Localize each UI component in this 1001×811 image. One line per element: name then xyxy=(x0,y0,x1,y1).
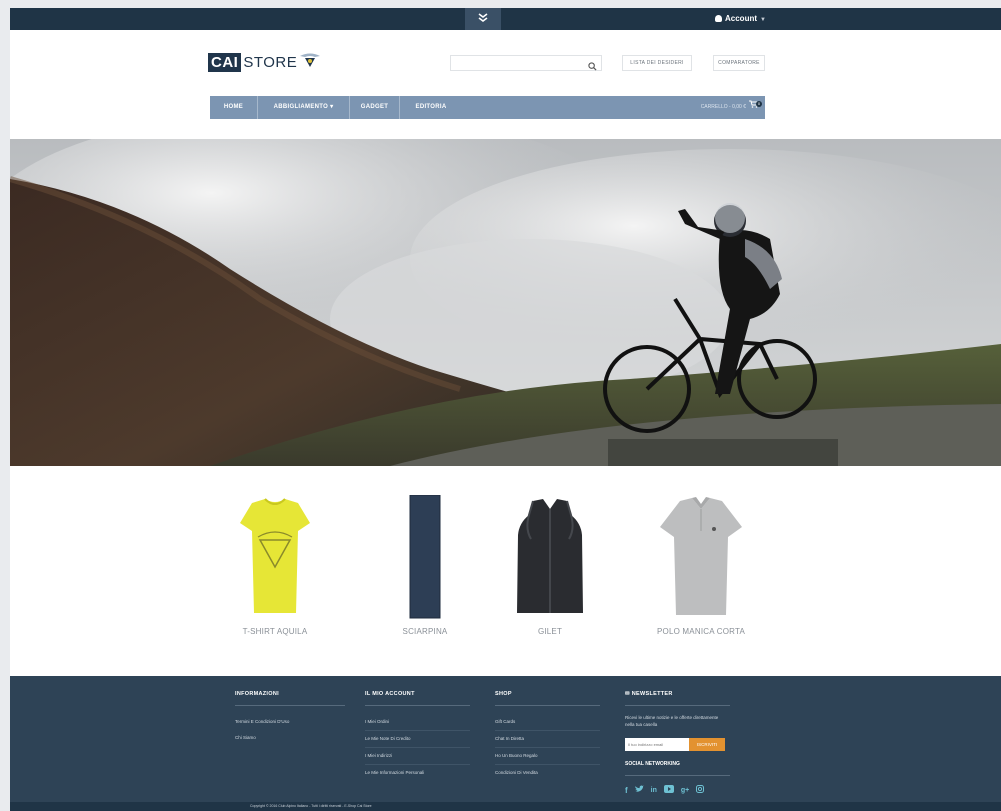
eagle-emblem-icon xyxy=(299,52,321,73)
nav-item-home[interactable]: HOME xyxy=(210,96,258,119)
product-name: POLO MANICA CORTA xyxy=(656,627,745,636)
footer-link-terms[interactable]: Termini E Condizioni D'Uso xyxy=(235,714,345,730)
expand-toggle[interactable] xyxy=(465,8,501,30)
footer-heading-shop: SHOP xyxy=(495,691,600,706)
copyright-text: Copyright © 2016 Club Alpino Italiano - … xyxy=(250,804,372,808)
logo-cai-text: CAI xyxy=(208,52,242,72)
linkedin-icon[interactable]: in xyxy=(651,787,657,794)
footer-link-addresses[interactable]: I Miei Indirizzi xyxy=(365,748,470,765)
nav-item-abbigliamento[interactable]: ABBIGLIAMENTO ▾ xyxy=(258,96,350,119)
product-image-tshirt xyxy=(210,495,340,620)
user-icon xyxy=(715,15,722,22)
footer-heading-account: IL MIO ACCOUNT xyxy=(365,691,470,706)
footer-link-about[interactable]: Chi Siamo xyxy=(235,730,345,746)
product-image-sciarpina xyxy=(360,494,490,620)
caret-down-icon: ▼ xyxy=(760,17,766,23)
product-image-gilet xyxy=(485,495,615,620)
footer-link-gift-cards[interactable]: Gift Cards xyxy=(495,714,600,731)
twitter-icon[interactable] xyxy=(634,785,644,795)
google-plus-icon[interactable]: g+ xyxy=(681,787,689,794)
footer-link-orders[interactable]: I Miei Ordini xyxy=(365,714,470,731)
product-name: T-SHIRT AQUILA xyxy=(242,627,308,636)
footer-col-info: INFORMAZIONI Termini E Condizioni D'Uso … xyxy=(235,691,345,746)
cart-count-badge: 0 xyxy=(756,101,762,107)
search-icon[interactable] xyxy=(588,58,597,76)
footer-col-newsletter: ✉ NEWSLETTER Ricevi le ultime notizie e … xyxy=(625,691,730,795)
footer-col-account: IL MIO ACCOUNT I Miei Ordini Le Mie Note… xyxy=(365,691,470,781)
product-name: SCIARPINA xyxy=(402,627,448,636)
newsletter-text: Ricevi le ultime notizie e le offerte di… xyxy=(625,715,719,727)
product-card-polo-manica-corta[interactable]: POLO MANICA CORTA xyxy=(636,495,766,636)
account-menu[interactable]: Account ▼ xyxy=(715,8,766,30)
social-icons: f in g+ xyxy=(625,785,730,795)
footer-link-credit-notes[interactable]: Le Mie Note Di Credito xyxy=(365,731,470,748)
hero-banner[interactable] xyxy=(10,139,1001,466)
product-name: GILET xyxy=(537,627,563,636)
product-card-gilet[interactable]: GILET xyxy=(485,495,615,636)
site-logo[interactable]: CAI STORE xyxy=(208,52,321,72)
footer-link-gift-voucher[interactable]: Ho Un Buono Regalo xyxy=(495,748,600,765)
footer-link-live-chat[interactable]: Chat In Diretta xyxy=(495,731,600,748)
page: Account ▼ CAI STORE LISTA DEI DESIDERI CO… xyxy=(10,8,1001,811)
account-label: Account xyxy=(725,14,757,23)
newsletter-email-input[interactable] xyxy=(625,738,689,751)
footer-link-sale-conditions[interactable]: Condizioni Di Vendita xyxy=(495,765,600,781)
product-card-tshirt-aquila[interactable]: T-SHIRT AQUILA xyxy=(210,495,340,636)
double-chevron-down-icon xyxy=(477,12,489,26)
subscribe-button[interactable]: ISCRIVITI xyxy=(689,738,725,751)
footer-col-shop: SHOP Gift Cards Chat In Diretta Ho Un Bu… xyxy=(495,691,600,781)
newsletter-heading-label: NEWSLETTER xyxy=(631,691,673,697)
chevron-down-icon: ▾ xyxy=(330,104,334,110)
cart-button[interactable]: CARRELLO - 0,00 € xyxy=(701,96,759,119)
product-image-polo xyxy=(636,495,766,620)
footer-link-personal-info[interactable]: Le Mie Informazioni Personali xyxy=(365,765,470,781)
nav-item-editoria[interactable]: EDITORIA xyxy=(400,96,462,119)
main-nav: HOME ABBIGLIAMENTO ▾ GADGET EDITORIA CAR… xyxy=(210,96,765,119)
youtube-icon[interactable] xyxy=(663,785,674,795)
instagram-icon[interactable] xyxy=(696,785,705,795)
copyright-bar: Copyright © 2016 Club Alpino Italiano - … xyxy=(10,802,1001,811)
newsletter-form: ISCRIVITI xyxy=(625,738,730,751)
footer-heading-newsletter: ✉ NEWSLETTER xyxy=(625,691,730,706)
logo-store-text: STORE xyxy=(243,53,298,71)
search-box xyxy=(450,55,602,74)
nav-item-abbigliamento-label: ABBIGLIAMENTO xyxy=(273,104,329,110)
top-bar: Account ▼ xyxy=(10,8,1001,30)
facebook-icon[interactable]: f xyxy=(625,786,628,795)
envelope-icon: ✉ xyxy=(625,691,630,697)
nav-item-gadget[interactable]: GADGET xyxy=(350,96,400,119)
cart-icon xyxy=(749,96,759,119)
hero-image-mountain-biker xyxy=(10,139,1001,466)
compare-link[interactable]: COMPARATORE xyxy=(713,55,765,71)
footer-heading-info: INFORMAZIONI xyxy=(235,691,345,706)
search-input[interactable] xyxy=(451,59,584,74)
wishlist-link[interactable]: LISTA DEI DESIDERI xyxy=(622,55,692,71)
social-heading: SOCIAL NETWORKING xyxy=(625,761,730,776)
product-card-sciarpina[interactable]: SCIARPINA xyxy=(360,494,490,636)
cart-label: CARRELLO - 0,00 € xyxy=(700,104,746,110)
